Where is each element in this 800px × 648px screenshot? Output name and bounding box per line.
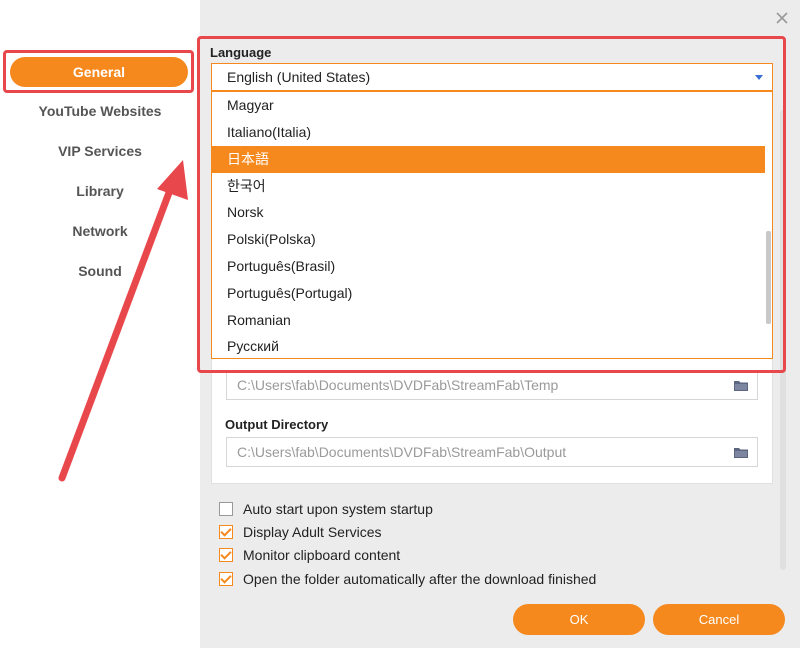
output-directory-field[interactable]: C:\Users\fab\Documents\DVDFab\StreamFab\… <box>226 437 758 467</box>
auto-start-checkbox[interactable]: Auto start upon system startup <box>219 500 433 518</box>
annotation-highlight-box <box>197 36 786 373</box>
ok-button[interactable]: OK <box>513 604 645 635</box>
settings-window: General YouTube Websites VIP Services Li… <box>0 0 800 648</box>
sidebar-item-network[interactable]: Network <box>0 217 200 245</box>
checkbox-checked[interactable] <box>219 572 233 586</box>
sidebar-item-vip-services[interactable]: VIP Services <box>0 137 200 165</box>
close-icon[interactable] <box>774 10 790 26</box>
sidebar: General YouTube Websites VIP Services Li… <box>0 0 200 648</box>
output-directory-label: Output Directory <box>225 417 329 432</box>
folder-icon[interactable] <box>734 447 748 458</box>
temp-directory-field[interactable]: C:\Users\fab\Documents\DVDFab\StreamFab\… <box>226 370 758 400</box>
output-directory-value: C:\Users\fab\Documents\DVDFab\StreamFab\… <box>237 444 567 460</box>
cancel-button[interactable]: Cancel <box>653 604 785 635</box>
sidebar-item-library[interactable]: Library <box>0 177 200 205</box>
display-adult-services-checkbox[interactable]: Display Adult Services <box>219 523 382 541</box>
display-adult-services-label: Display Adult Services <box>243 524 382 540</box>
temp-directory-value: C:\Users\fab\Documents\DVDFab\StreamFab\… <box>237 377 559 393</box>
checkbox-checked[interactable] <box>219 525 233 539</box>
monitor-clipboard-label: Monitor clipboard content <box>243 547 401 563</box>
open-folder-label: Open the folder automatically after the … <box>243 571 597 587</box>
checkbox-checked[interactable] <box>219 548 233 562</box>
folder-icon[interactable] <box>734 380 748 391</box>
monitor-clipboard-checkbox[interactable]: Monitor clipboard content <box>219 546 400 564</box>
annotation-highlight-box <box>3 50 194 93</box>
checkbox-unchecked[interactable] <box>219 502 233 516</box>
open-folder-checkbox[interactable]: Open the folder automatically after the … <box>219 570 596 588</box>
auto-start-label: Auto start upon system startup <box>243 501 433 517</box>
sidebar-item-youtube-websites[interactable]: YouTube Websites <box>0 97 200 125</box>
sidebar-item-sound[interactable]: Sound <box>0 257 200 285</box>
